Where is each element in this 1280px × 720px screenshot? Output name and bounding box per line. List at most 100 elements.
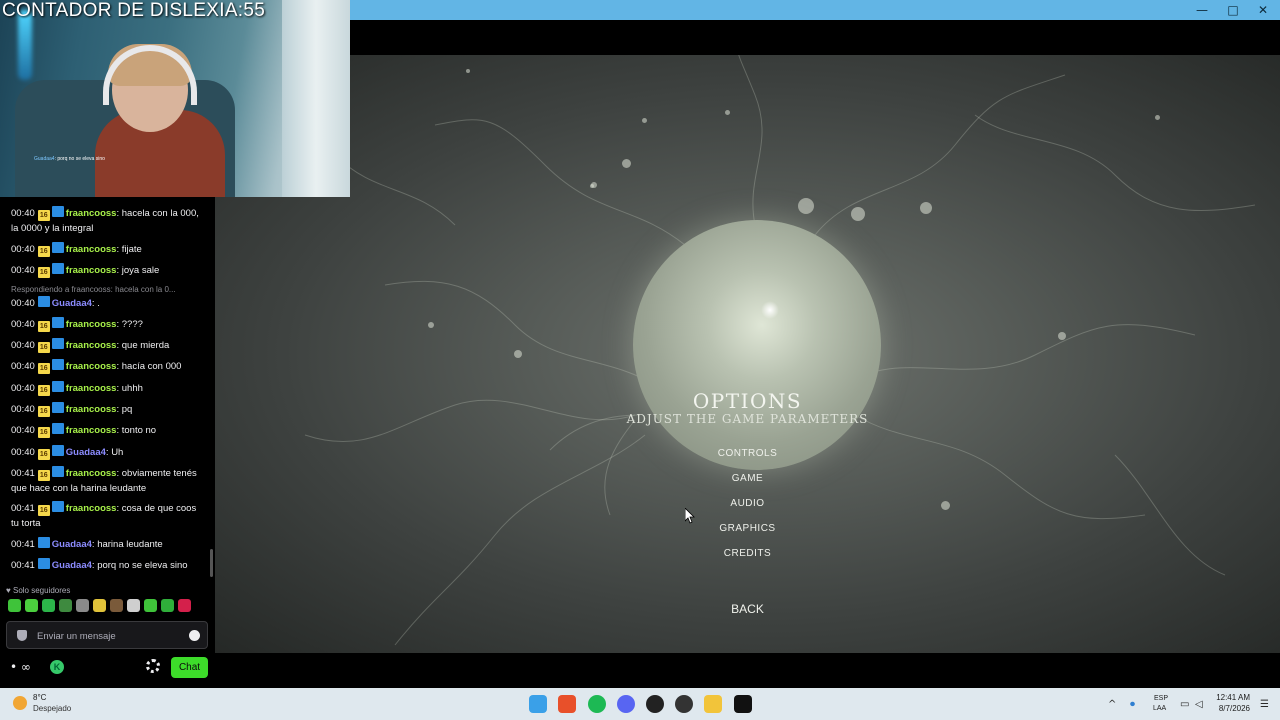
chat-message[interactable]: 00:41 16 fraancooss: obviamente tenés que … [11,466,201,496]
emote[interactable] [8,599,21,612]
chat-username[interactable]: Guadaa4 [52,560,92,571]
extension-icon[interactable]: K [50,660,64,674]
start-button[interactable] [529,695,547,713]
message-time: 00:41 [11,539,35,550]
chat-send-button[interactable]: Chat [171,657,208,678]
chat-input-box[interactable] [6,621,208,649]
chat-message[interactable]: 00:41 16 fraancooss: cosa de que coos tu t… [11,501,201,531]
chat-scrollbar[interactable] [210,549,213,577]
chat-username[interactable]: fraancooss [66,404,117,415]
language-indicator[interactable]: ESP [1154,695,1168,702]
chat-username[interactable]: fraancooss [66,208,117,219]
emote[interactable] [59,599,72,612]
emote[interactable] [178,599,191,612]
channel-points[interactable]: • ∞ [10,660,31,674]
network-icon[interactable]: ▭ [1180,699,1189,710]
chat-message[interactable]: 00:40 16 fraancooss: joya sale [11,263,201,278]
chat-message[interactable]: 00:40 16 fraancooss: pq [11,402,201,417]
chat-username[interactable]: fraancooss [66,340,117,351]
menu-item-controls[interactable]: CONTROLS [718,448,778,459]
spore [851,207,865,221]
chat-username[interactable]: fraancooss [66,361,117,372]
prime-badge-icon [37,296,50,307]
chat-message[interactable]: 00:40 16 fraancooss: hacía con 000 [11,359,201,374]
chat-message[interactable]: 00:40 16 fraancooss: fijate [11,242,201,257]
chat-username[interactable]: fraancooss [66,319,117,330]
chevron-up-icon[interactable]: ^ [1108,699,1116,710]
chat-username[interactable]: fraancooss [66,468,117,479]
letterbox-bottom [215,653,1280,688]
emote[interactable] [110,599,123,612]
emote[interactable] [42,599,55,612]
message-text: : uhhh [116,383,143,394]
prime-badge-icon [37,558,50,569]
emote[interactable] [25,599,38,612]
menu-item-graphics[interactable]: GRAPHICS [719,523,775,534]
chat-username[interactable]: Guadaa4 [52,298,92,309]
g-app-icon[interactable] [646,695,664,713]
menu-item-game[interactable]: GAME [732,473,763,484]
menu-item-credits[interactable]: CREDITS [724,548,771,559]
chat-message[interactable]: 00:40 16 Guadaa4: Uh [11,445,201,460]
message-time: 00:40 [11,265,35,276]
minimize-icon: — [1196,3,1208,17]
game-app-icon[interactable] [734,695,752,713]
menu-item-audio[interactable]: AUDIO [730,498,764,509]
chat-username[interactable]: fraancooss [66,383,117,394]
message-time: 00:40 [11,425,35,436]
message-text: : . [91,298,100,309]
chat-message[interactable]: 00:40 16 fraancooss: uhhh [11,381,201,396]
chat-message[interactable]: 00:40 Guadaa4: . [11,296,201,311]
discord-icon[interactable] [617,695,635,713]
chat-message[interactable]: 00:41 Guadaa4: porq no se eleva sino [11,558,201,573]
game-viewport[interactable]: OPTIONS ADJUST THE GAME PARAMETERS CONTR… [215,55,1280,653]
chat-username[interactable]: fraancooss [66,503,117,514]
screen: — □ ✕ OPTIONS ADJUST THE GAME PARAMETERS… [0,0,1280,720]
subscriber-badge: 16 [37,470,50,481]
emote[interactable] [144,599,157,612]
chat-username[interactable]: fraancooss [66,265,117,276]
dyslexia-counter: CONTADOR DE DISLEXIA:55 [2,0,266,21]
chat-messages[interactable]: 00:40 16 fraancooss: hacela con la 000, la… [0,197,210,577]
brave-browser-icon[interactable] [558,695,576,713]
prime-badge-icon [51,402,64,413]
maximize-button[interactable]: □ [1216,0,1250,20]
message-text: : tonto no [116,425,157,436]
system-clock[interactable]: 12:41 AM 8/7/2026 [1212,692,1250,714]
chat-username[interactable]: Guadaa4 [66,447,106,458]
emote[interactable] [93,599,106,612]
chat-message[interactable]: 00:40 16 fraancooss: tonto no [11,423,201,438]
emote[interactable] [127,599,140,612]
chat-message[interactable]: 00:40 16 fraancooss: que mierda [11,338,201,353]
notifications-icon[interactable]: ☰ [1260,699,1269,710]
emote[interactable] [76,599,89,612]
volume-icon[interactable]: ◁ [1195,699,1203,710]
chat-message[interactable]: 00:40 16 fraancooss: hacela con la 000, la… [11,206,201,236]
emoji-icon[interactable] [189,630,200,641]
message-time: 00:41 [11,503,35,514]
chat-username[interactable]: fraancooss [66,425,117,436]
back-button[interactable]: BACK [731,602,764,616]
message-text: : hacía con 000 [116,361,182,372]
chat-username[interactable]: fraancooss [66,244,117,255]
obs-icon[interactable] [675,695,693,713]
microphone-icon[interactable]: ⏺ [1130,699,1135,710]
spore [798,198,814,214]
menu-title: OPTIONS [692,389,803,413]
chat-input[interactable] [37,628,177,644]
file-explorer-icon[interactable] [704,695,722,713]
close-button[interactable]: ✕ [1246,0,1280,20]
window-titlebar[interactable]: — □ ✕ [350,0,1280,20]
spore [725,110,730,115]
subscriber-badge: 16 [37,385,50,396]
reply-context: Respondiendo a fraancooss: hacela con la… [11,285,176,294]
minimize-button[interactable]: — [1185,0,1219,20]
mouse-cursor-icon [685,508,695,524]
chat-username[interactable]: Guadaa4 [52,539,92,550]
spotify-icon[interactable] [588,695,606,713]
gear-icon[interactable] [146,659,160,673]
chat-message[interactable]: 00:40 16 fraancooss: ???? [11,317,201,332]
emote[interactable] [161,599,174,612]
weather-icon[interactable] [13,696,27,710]
chat-message[interactable]: 00:41 Guadaa4: harina leudante [11,537,201,552]
